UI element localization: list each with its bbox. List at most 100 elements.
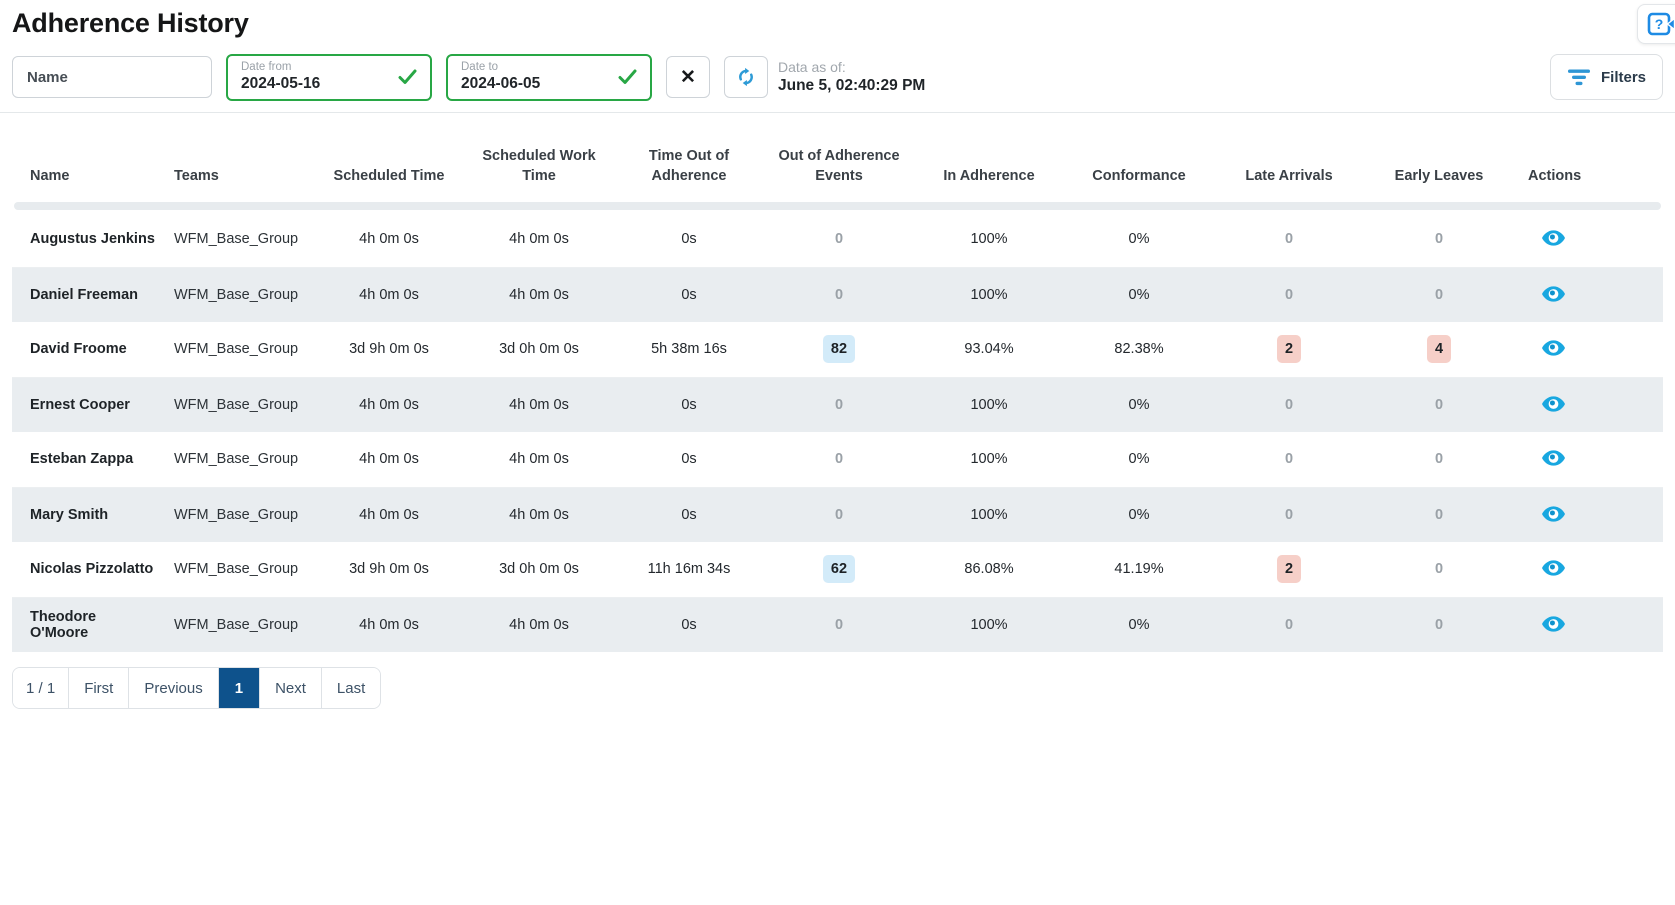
early-leaves: 0 bbox=[1364, 542, 1514, 597]
name-filter-input[interactable] bbox=[12, 56, 212, 98]
agent-teams: WFM_Base_Group bbox=[162, 432, 314, 487]
in-adherence: 86.08% bbox=[914, 542, 1064, 597]
table-row: David FroomeWFM_Base_Group3d 9h 0m 0s3d … bbox=[12, 322, 1663, 377]
page-title: Adherence History bbox=[12, 8, 1663, 39]
eye-icon bbox=[1542, 506, 1565, 522]
column-header-early-leaves: Early Leaves bbox=[1364, 113, 1514, 202]
view-details-button[interactable] bbox=[1538, 504, 1569, 524]
view-details-button[interactable] bbox=[1538, 614, 1569, 634]
adherence-table: Name Teams Scheduled Time Scheduled Work… bbox=[12, 113, 1663, 652]
filters-button[interactable]: Filters bbox=[1550, 54, 1663, 100]
scheduled-time: 4h 0m 0s bbox=[314, 487, 464, 542]
clear-filters-button[interactable]: ✕ bbox=[666, 56, 710, 98]
help-button[interactable]: ? bbox=[1637, 4, 1675, 44]
view-details-button[interactable] bbox=[1538, 284, 1569, 304]
next-page-button[interactable]: Next bbox=[260, 668, 322, 708]
svg-text:?: ? bbox=[1655, 16, 1664, 32]
scheduled-time: 3d 9h 0m 0s bbox=[314, 322, 464, 377]
pagination: 1 / 1 First Previous 1 Next Last bbox=[12, 667, 381, 709]
early-leaves: 0 bbox=[1364, 212, 1514, 267]
horizontal-scrollbar[interactable] bbox=[14, 202, 1661, 210]
view-details-button[interactable] bbox=[1538, 228, 1569, 248]
in-adherence: 100% bbox=[914, 267, 1064, 322]
eye-icon bbox=[1542, 230, 1565, 246]
view-details-button[interactable] bbox=[1538, 394, 1569, 414]
scheduled-work-time: 3d 0h 0m 0s bbox=[464, 542, 614, 597]
time-out-of-adherence: 0s bbox=[614, 212, 764, 267]
column-header-conformance: Conformance bbox=[1064, 113, 1214, 202]
agent-name: Augustus Jenkins bbox=[12, 212, 162, 267]
first-page-button[interactable]: First bbox=[69, 668, 129, 708]
date-from-label: Date from bbox=[241, 61, 320, 74]
conformance: 0% bbox=[1064, 377, 1214, 432]
date-to-field[interactable]: Date to 2024-06-05 bbox=[446, 54, 652, 101]
agent-teams: WFM_Base_Group bbox=[162, 212, 314, 267]
in-adherence: 93.04% bbox=[914, 322, 1064, 377]
time-out-of-adherence: 0s bbox=[614, 487, 764, 542]
scheduled-work-time: 3d 0h 0m 0s bbox=[464, 322, 614, 377]
view-details-button[interactable] bbox=[1538, 338, 1569, 358]
out-of-adherence-events: 0 bbox=[764, 267, 914, 322]
eye-icon bbox=[1542, 560, 1565, 576]
agent-name: David Froome bbox=[12, 322, 162, 377]
refresh-button[interactable] bbox=[724, 56, 768, 98]
scheduled-work-time: 4h 0m 0s bbox=[464, 432, 614, 487]
scheduled-time: 3d 9h 0m 0s bbox=[314, 542, 464, 597]
data-as-of-label: Data as of: bbox=[778, 59, 925, 76]
conformance: 0% bbox=[1064, 597, 1214, 652]
in-adherence: 100% bbox=[914, 377, 1064, 432]
scheduled-time: 4h 0m 0s bbox=[314, 212, 464, 267]
out-of-adherence-events: 0 bbox=[764, 597, 914, 652]
late-arrivals: 0 bbox=[1214, 212, 1364, 267]
filter-toolbar: Date from 2024-05-16 Date to 2024-06-05 … bbox=[12, 53, 1663, 101]
scheduled-time: 4h 0m 0s bbox=[314, 377, 464, 432]
conformance: 0% bbox=[1064, 267, 1214, 322]
table-row: Mary SmithWFM_Base_Group4h 0m 0s4h 0m 0s… bbox=[12, 487, 1663, 542]
agent-name: Theodore O'Moore bbox=[12, 597, 162, 652]
view-details-button[interactable] bbox=[1538, 448, 1569, 468]
current-page-button[interactable]: 1 bbox=[219, 668, 260, 708]
column-header-actions: Actions bbox=[1514, 113, 1663, 202]
conformance: 41.19% bbox=[1064, 542, 1214, 597]
last-page-button[interactable]: Last bbox=[322, 668, 380, 708]
actions-cell bbox=[1514, 487, 1663, 542]
table-row: Esteban ZappaWFM_Base_Group4h 0m 0s4h 0m… bbox=[12, 432, 1663, 487]
table-row: Daniel FreemanWFM_Base_Group4h 0m 0s4h 0… bbox=[12, 267, 1663, 322]
eye-icon bbox=[1542, 450, 1565, 466]
time-out-of-adherence: 0s bbox=[614, 377, 764, 432]
actions-cell bbox=[1514, 432, 1663, 487]
header-scrollbar-row bbox=[12, 202, 1663, 212]
late-arrivals: 0 bbox=[1214, 267, 1364, 322]
agent-name: Mary Smith bbox=[12, 487, 162, 542]
late-arrivals: 2 bbox=[1214, 542, 1364, 597]
out-of-adherence-events: 0 bbox=[764, 432, 914, 487]
agent-teams: WFM_Base_Group bbox=[162, 322, 314, 377]
eye-icon bbox=[1542, 396, 1565, 412]
out-of-adherence-events: 0 bbox=[764, 212, 914, 267]
table-row: Theodore O'MooreWFM_Base_Group4h 0m 0s4h… bbox=[12, 597, 1663, 652]
agent-teams: WFM_Base_Group bbox=[162, 542, 314, 597]
x-icon: ✕ bbox=[680, 68, 696, 87]
scheduled-work-time: 4h 0m 0s bbox=[464, 597, 614, 652]
column-header-scheduled-time: Scheduled Time bbox=[314, 113, 464, 202]
view-details-button[interactable] bbox=[1538, 558, 1569, 578]
date-from-field[interactable]: Date from 2024-05-16 bbox=[226, 54, 432, 101]
conformance: 0% bbox=[1064, 432, 1214, 487]
out-of-adherence-events: 62 bbox=[764, 542, 914, 597]
scheduled-work-time: 4h 0m 0s bbox=[464, 377, 614, 432]
late-arrivals: 0 bbox=[1214, 597, 1364, 652]
conformance: 82.38% bbox=[1064, 322, 1214, 377]
previous-page-button[interactable]: Previous bbox=[129, 668, 218, 708]
agent-name: Esteban Zappa bbox=[12, 432, 162, 487]
in-adherence: 100% bbox=[914, 487, 1064, 542]
late-arrivals: 2 bbox=[1214, 322, 1364, 377]
filter-icon bbox=[1567, 69, 1591, 86]
agent-teams: WFM_Base_Group bbox=[162, 597, 314, 652]
scheduled-work-time: 4h 0m 0s bbox=[464, 487, 614, 542]
page-count-summary: 1 / 1 bbox=[13, 668, 69, 708]
in-adherence: 100% bbox=[914, 212, 1064, 267]
table-row: Ernest CooperWFM_Base_Group4h 0m 0s4h 0m… bbox=[12, 377, 1663, 432]
date-to-label: Date to bbox=[461, 61, 540, 74]
agent-name: Daniel Freeman bbox=[12, 267, 162, 322]
time-out-of-adherence: 0s bbox=[614, 267, 764, 322]
